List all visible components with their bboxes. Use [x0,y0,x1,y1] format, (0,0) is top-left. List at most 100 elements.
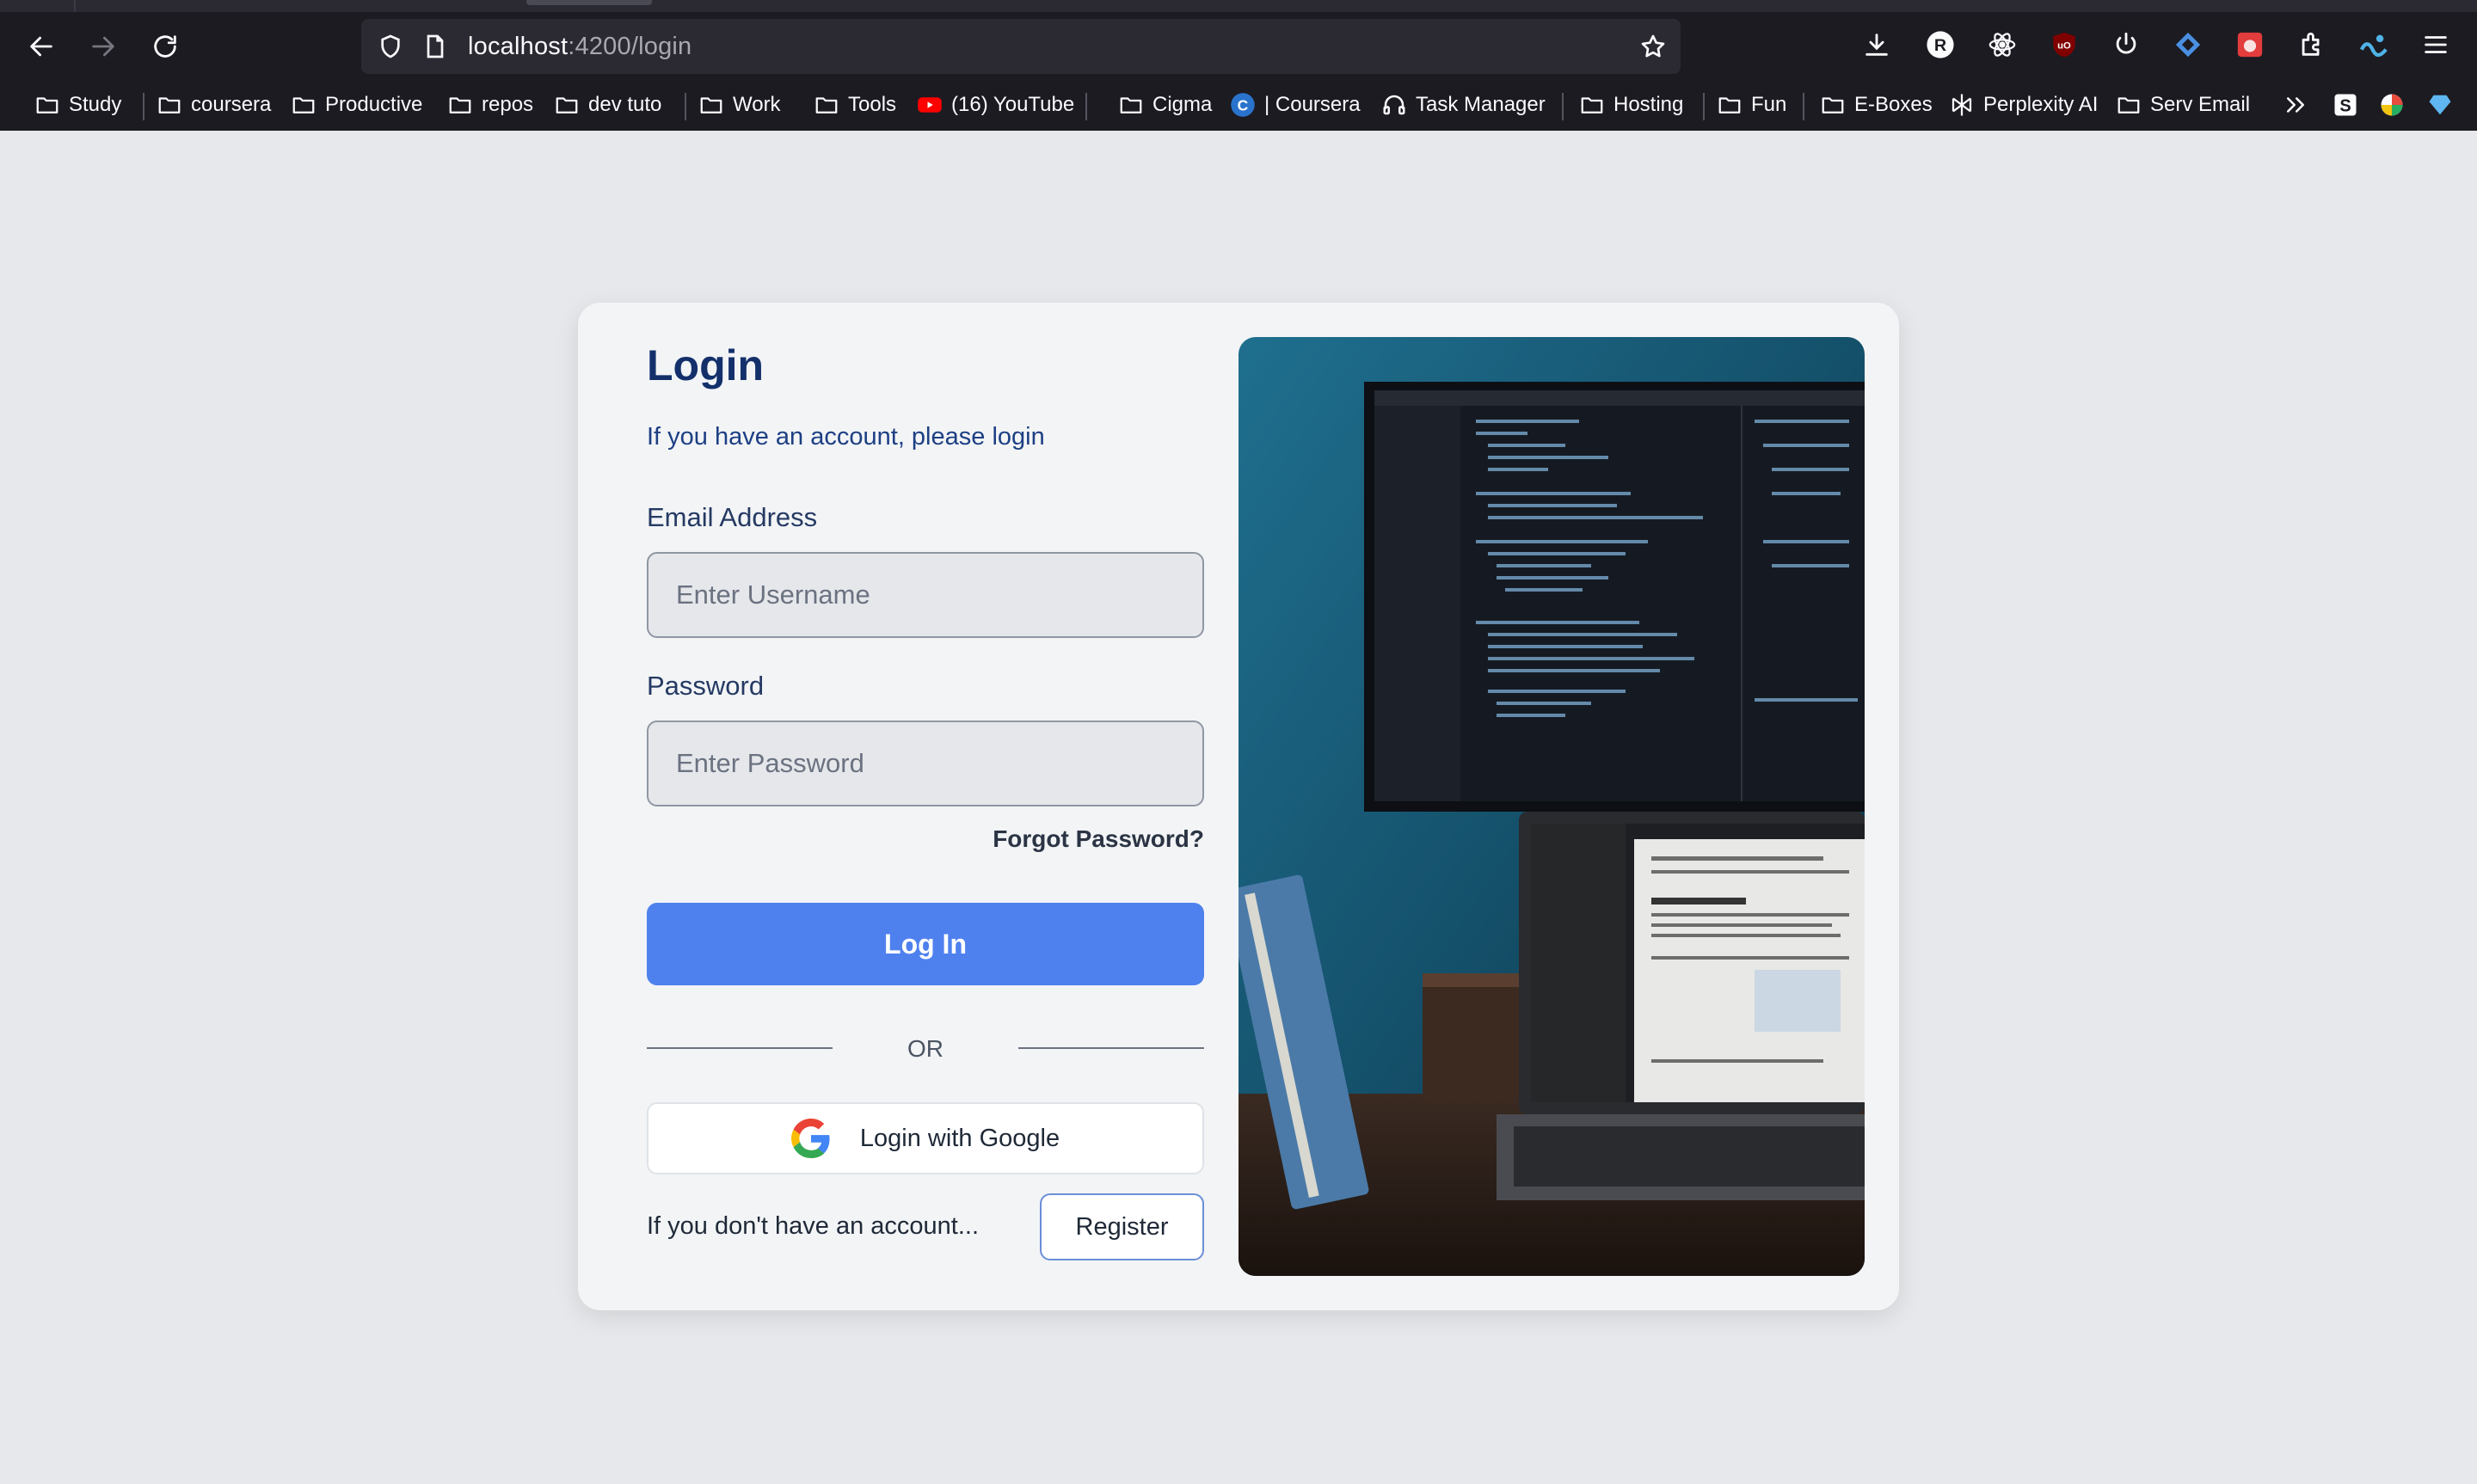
folder-icon [1822,97,1844,113]
folder-icon [1581,97,1603,113]
folder-icon [292,97,315,113]
coursera-icon: C [1231,93,1255,117]
color-wheel-icon [2381,94,2403,116]
react-devtools-icon[interactable] [1987,29,2018,60]
arrow-right-icon [92,36,114,57]
url-bar[interactable]: localhost:4200/login [361,19,1681,74]
tab-strip [0,0,2477,12]
bookmark-youtube[interactable]: (16) YouTube [917,86,1074,124]
diamond-extension-icon[interactable] [2173,29,2203,60]
folder-icon [556,97,578,113]
bookmark-label: dev tuto [588,93,662,116]
reload-icon [154,35,176,58]
or-divider-text: OR [907,1035,943,1062]
youtube-icon [918,97,942,113]
extension-r-icon[interactable]: R [1925,29,1956,60]
back-button[interactable] [19,24,64,69]
wave-extension-icon[interactable] [2358,29,2389,60]
no-account-text: If you don't have an account... [647,1212,980,1240]
email-label: Email Address [647,502,818,532]
bookmark-label: Study [69,93,122,116]
bookmark-label: Fun [1751,93,1787,116]
bookmark-repos[interactable]: repos [447,86,533,124]
power-icon[interactable] [2111,29,2142,60]
strawberry-extension-icon[interactable] [2234,29,2265,60]
login-button[interactable]: Log In [647,903,1204,985]
bookmark-label: | Coursera [1264,93,1361,116]
bookmark-fun[interactable]: Fun [1717,86,1786,124]
folder-icon [815,97,838,113]
puzzle-icon[interactable] [2296,29,2327,60]
shield-icon[interactable] [377,33,404,60]
bookmark-label: repos [482,93,534,116]
login-subtitle: If you have an account, please login [647,423,1045,451]
google-login-button[interactable]: Login with Google [647,1102,1204,1174]
password-input[interactable] [647,721,1204,806]
login-card: Login If you have an account, please log… [578,303,1899,1310]
bookmark-coursera[interactable]: C | Coursera [1230,86,1361,124]
folder-icon [1120,97,1142,113]
bookmark-label: Perplexity AI [1983,93,2099,116]
url-host: localhost [468,33,569,60]
bookmark-color-extension[interactable] [2379,86,2405,124]
bookmark-work[interactable]: Work [698,86,781,124]
page-title: Login [647,341,765,389]
arrow-left-icon [30,36,52,57]
bookmark-label: Cigma [1152,93,1213,116]
svg-text:S: S [2339,97,2351,116]
bookmarks-overflow-button[interactable] [2283,86,2308,124]
bookmark-separator [1562,93,1564,120]
folder-icon [449,97,471,113]
ublock-icon[interactable]: uO [2049,29,2080,60]
bookmark-serv-email[interactable]: Serv Email [2116,86,2250,124]
s-logo-icon: S [2334,94,2357,116]
star-icon[interactable] [1639,33,1667,60]
folder-icon [158,97,181,113]
forgot-password-link[interactable]: Forgot Password? [647,825,1204,853]
bookmark-e-boxes[interactable]: E-Boxes [1820,86,1933,124]
bookmark-label: Serv Email [2150,93,2251,116]
bookmark-coursera-folder[interactable]: coursera [157,86,271,124]
bookmark-dev-tuto[interactable]: dev tuto [554,86,661,124]
url-path: :4200/login [568,33,692,60]
gem-icon [2429,95,2451,115]
bookmark-s-extension[interactable]: S [2333,86,2358,124]
reload-button[interactable] [143,24,187,69]
svg-text:uO: uO [2057,40,2071,51]
bookmark-separator [685,93,686,120]
svg-text:C: C [1238,96,1249,113]
bookmark-separator [1703,93,1705,120]
bookmark-task-manager[interactable]: Task Manager [1381,86,1546,124]
active-tab-indicator[interactable] [526,0,652,5]
bookmark-label: Hosting [1613,93,1684,116]
bookmark-gem-extension[interactable] [2427,86,2453,124]
bookmark-productive[interactable]: Productive [291,86,422,124]
desk-photo-image [1238,337,1865,1276]
bookmark-study[interactable]: Study [34,86,121,124]
bookmark-label: Task Manager [1416,93,1546,116]
register-button[interactable]: Register [1040,1193,1204,1260]
divider-right [1018,1047,1204,1049]
menu-icon[interactable] [2420,29,2451,60]
bookmark-hosting[interactable]: Hosting [1579,86,1683,124]
forward-button[interactable] [81,24,126,69]
page-icon[interactable] [421,33,449,60]
bookmarks-bar: Study coursera Productive repos dev tuto… [0,86,2477,131]
workspace-illustration [1238,337,1865,1276]
bookmark-separator [1803,93,1804,120]
bookmark-label: (16) YouTube [951,93,1075,116]
bookmark-separator [1085,93,1087,120]
bookmark-label: E-Boxes [1854,93,1933,116]
bookmark-perplexity[interactable]: Perplexity AI [1949,86,2098,124]
bookmark-cigma[interactable]: Cigma [1118,86,1212,124]
url-text[interactable]: localhost:4200/login [468,33,691,61]
headset-icon [1383,95,1405,115]
chevrons-right-icon [2287,97,2304,113]
bookmark-tools[interactable]: Tools [814,86,896,124]
google-login-label: Login with Google [859,1124,1060,1152]
downloads-icon[interactable] [1861,29,1892,60]
bookmark-label: coursera [191,93,272,116]
google-logo-icon [790,1119,830,1158]
email-input[interactable] [647,552,1204,638]
svg-text:R: R [1934,36,1946,55]
